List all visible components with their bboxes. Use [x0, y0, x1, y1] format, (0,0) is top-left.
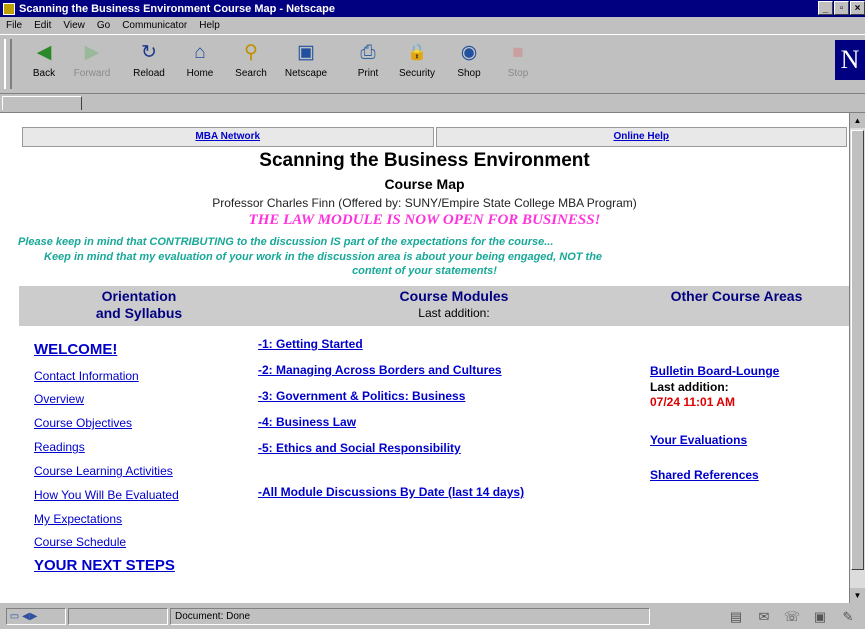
mba-network-link[interactable]: MBA Network [195, 131, 260, 142]
toolbar-grip[interactable] [4, 39, 12, 89]
readings-link[interactable]: Readings [34, 440, 85, 454]
navigator-icon[interactable]: ▤ [725, 609, 747, 625]
overview-link[interactable]: Overview [34, 392, 84, 406]
top-nav: MBA Network Online Help [22, 127, 849, 147]
security-button[interactable]: 🔒 Security [393, 39, 441, 89]
page-title: Scanning the Business Environment [259, 150, 590, 171]
home-button[interactable]: ⌂ Home [176, 39, 224, 89]
back-icon: ◀ [36, 42, 52, 63]
connection-status-icon: ▭ ◀▶ [6, 608, 66, 625]
all-discussions-link[interactable]: -All Module Discussions By Date (last 14… [258, 485, 524, 499]
navigation-toolbar: ◀ Back ▶ Forward ↻ Reload ⌂ Home ⚲ Search ▣ Ne… [0, 35, 865, 94]
window-title: Scanning the Business Environment Course… [19, 2, 336, 15]
bulletin-board-link[interactable]: Bulletin Board-Lounge [650, 364, 779, 378]
menu-file[interactable]: File [6, 20, 22, 31]
course-schedule-link[interactable]: Course Schedule [34, 535, 126, 549]
discussions-icon[interactable]: ☏ [781, 609, 803, 625]
bulletin-last-addition-label: Last addition: [650, 380, 729, 394]
print-button[interactable]: ⎙ Print [344, 39, 392, 89]
scroll-down-arrow-icon[interactable]: ▼ [850, 588, 865, 603]
professor-line: Professor Charles Finn (Offered by: SUNY… [212, 196, 637, 210]
mail-icon[interactable]: ✉ [753, 609, 775, 625]
search-icon: ⚲ [244, 42, 258, 63]
module-4-link[interactable]: -4: Business Law [258, 415, 356, 429]
evaluation-note-line2: content of your statements! [352, 265, 497, 277]
nav-cell-mba: MBA Network [22, 127, 434, 147]
reload-icon: ↻ [141, 42, 157, 63]
evaluation-note-line1: Keep in mind that my evaluation of your … [44, 251, 603, 263]
module-3-link[interactable]: -3: Government & Politics: Business [258, 389, 465, 403]
how-evaluated-link[interactable]: How You Will Be Evaluated [34, 488, 179, 502]
contact-information-link[interactable]: Contact Information [34, 369, 139, 383]
course-objectives-link[interactable]: Course Objectives [34, 416, 132, 430]
netscape-app-icon [3, 2, 15, 15]
collapsed-toolbar-tab[interactable] [2, 96, 82, 110]
home-icon: ⌂ [194, 42, 206, 63]
menu-communicator[interactable]: Communicator [122, 20, 187, 31]
your-evaluations-link[interactable]: Your Evaluations [650, 433, 747, 447]
nav-cell-help: Online Help [435, 127, 847, 147]
law-module-notice: THE LAW MODULE IS NOW OPEN FOR BUSINESS! [248, 212, 601, 228]
module-1-link[interactable]: -1: Getting Started [258, 337, 363, 351]
my-expectations-link[interactable]: My Expectations [34, 512, 122, 526]
forward-icon: ▶ [84, 42, 100, 63]
contribution-note: Please keep in mind that CONTRIBUTING to… [18, 236, 554, 248]
search-button[interactable]: ⚲ Search [227, 39, 275, 89]
edit-icon[interactable]: ✎ [837, 609, 859, 625]
back-button[interactable]: ◀ Back [20, 39, 68, 89]
menu-go[interactable]: Go [97, 20, 110, 31]
modules-header: Course Modules Last addition: [339, 288, 569, 322]
netscape-icon: ▣ [297, 42, 315, 63]
page-subtitle: Course Map [384, 176, 465, 192]
status-bar: ▭ ◀▶ Document: Done ▤ ✉ ☏ ▣ ✎ [0, 604, 865, 629]
modules-last-addition: Last addition: [418, 306, 490, 320]
shop-button[interactable]: ◉ Shop [445, 39, 493, 89]
netscape-logo[interactable]: N [835, 40, 865, 80]
lock-icon: 🔒 [407, 44, 427, 61]
welcome-link[interactable]: WELCOME! [34, 341, 117, 358]
menu-help[interactable]: Help [199, 20, 220, 31]
stop-icon: ■ [512, 42, 524, 63]
scroll-up-arrow-icon[interactable]: ▲ [850, 113, 865, 128]
forward-button[interactable]: ▶ Forward [68, 39, 116, 89]
scroll-thumb[interactable] [851, 130, 864, 570]
columns-header: Orientation and Syllabus Course Modules … [19, 286, 849, 326]
shop-icon: ◉ [460, 42, 478, 63]
shared-references-link[interactable]: Shared References [650, 468, 759, 482]
orientation-header: Orientation and Syllabus [95, 288, 183, 321]
menu-view[interactable]: View [63, 20, 85, 31]
component-bar: ▤ ✉ ☏ ▣ ✎ [719, 609, 859, 625]
progress-cell [68, 608, 168, 625]
title-bar: Scanning the Business Environment Course… [0, 0, 865, 17]
module-2-link[interactable]: -2: Managing Across Borders and Cultures [258, 363, 502, 377]
page-content: MBA Network Online Help Scanning the Bus… [0, 113, 849, 603]
close-button[interactable]: × [850, 1, 865, 15]
other-areas-header: Other Course Areas [670, 288, 803, 304]
personal-toolbar-strip [0, 94, 865, 113]
menu-edit[interactable]: Edit [34, 20, 51, 31]
netscape-button[interactable]: ▣ Netscape [282, 39, 330, 89]
composer-icon[interactable]: ▣ [809, 609, 831, 625]
online-help-link[interactable]: Online Help [613, 131, 669, 142]
status-text: Document: Done [170, 608, 650, 625]
print-icon: ⎙ [360, 42, 376, 63]
vertical-scrollbar[interactable]: ▲ ▼ [849, 113, 865, 603]
minimize-button[interactable]: _ [818, 1, 833, 15]
stop-button[interactable]: ■ Stop [494, 39, 542, 89]
maximize-button[interactable]: ▫ [834, 1, 849, 15]
next-steps-link[interactable]: YOUR NEXT STEPS [34, 557, 175, 574]
menu-bar: File Edit View Go Communicator Help [0, 17, 865, 35]
course-learning-activities-link[interactable]: Course Learning Activities [34, 464, 173, 478]
module-5-link[interactable]: -5: Ethics and Social Responsibility [258, 441, 461, 455]
reload-button[interactable]: ↻ Reload [125, 39, 173, 89]
bulletin-last-addition-time: 07/24 11:01 AM [650, 395, 735, 409]
